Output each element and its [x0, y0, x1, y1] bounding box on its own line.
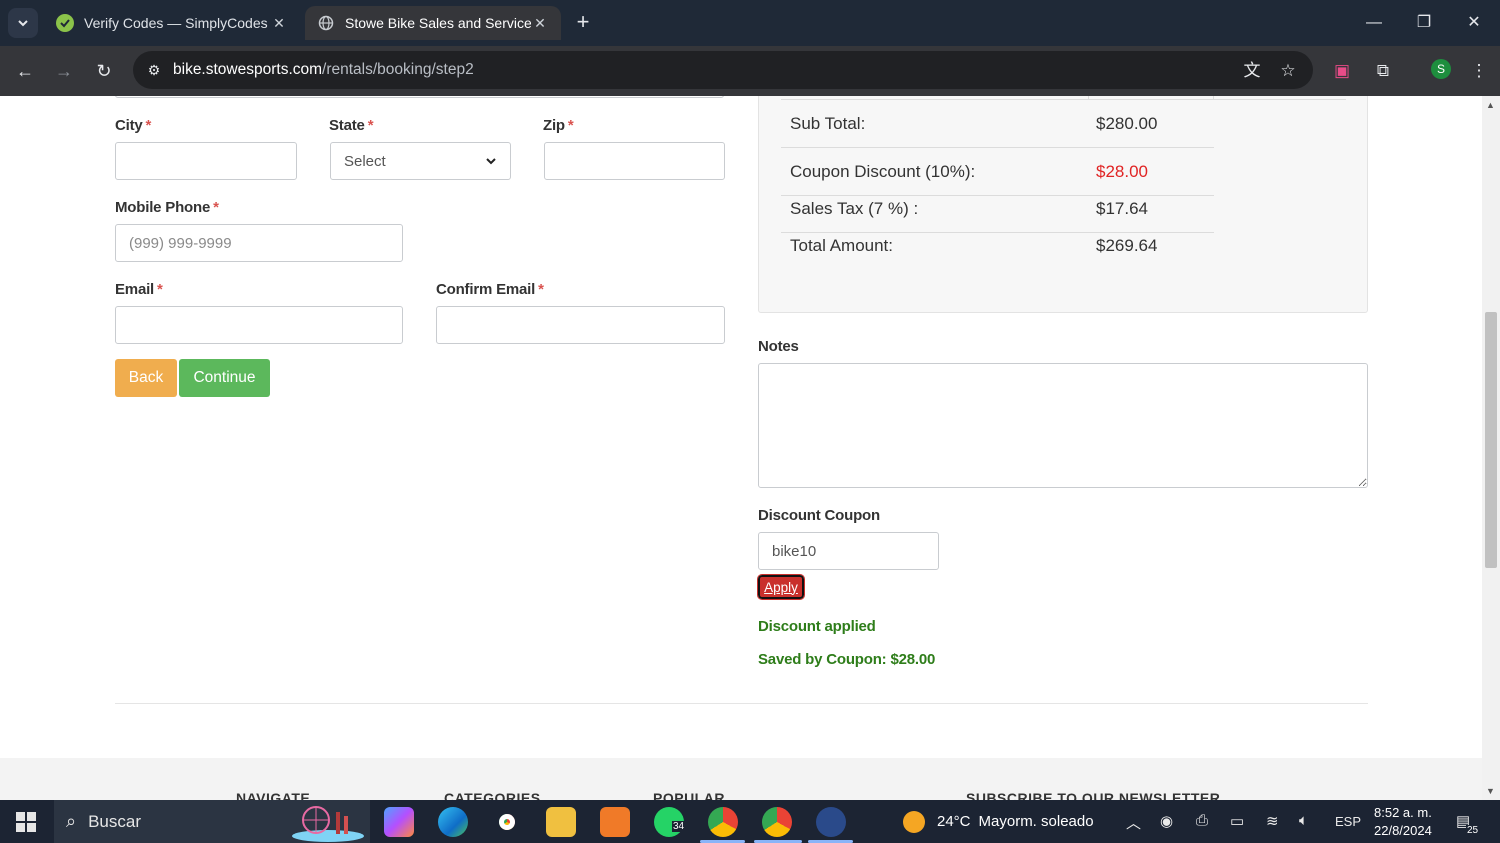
email-label: Email *: [115, 281, 163, 298]
city-label: City *: [115, 117, 152, 134]
continue-button[interactable]: Continue: [179, 359, 270, 397]
language-indicator[interactable]: ESP: [1335, 814, 1361, 829]
notes-label: Notes: [758, 338, 799, 355]
copilot-icon[interactable]: [384, 807, 414, 837]
profile-avatar[interactable]: S: [1431, 59, 1451, 79]
battery-icon[interactable]: ▭: [1230, 812, 1244, 830]
state-label: State *: [329, 117, 374, 134]
restore-icon[interactable]: ❐: [1413, 12, 1435, 34]
chevron-down-icon: [486, 158, 496, 165]
taskbar-search[interactable]: ⌕ Buscar: [54, 800, 370, 843]
back-arrow-icon[interactable]: ←: [12, 58, 38, 84]
record-icon[interactable]: ◉: [1160, 812, 1173, 830]
translate-icon[interactable]: 文: [1239, 58, 1265, 84]
search-highlight-illustration-icon: [292, 806, 364, 842]
page-viewport: City * State * Select Zip * Mobile Phone * (…: [0, 96, 1482, 800]
page-scrollbar[interactable]: ▲ ▼: [1482, 96, 1500, 800]
discount-coupon-label: Discount Coupon: [758, 507, 880, 524]
search-icon: ⌕: [66, 811, 77, 831]
zip-label: Zip *: [543, 117, 574, 134]
tray-chevron-up-icon[interactable]: ︿: [1126, 812, 1141, 833]
city-input[interactable]: [115, 142, 297, 180]
email-input[interactable]: [115, 306, 403, 344]
windows-start-icon[interactable]: [16, 812, 36, 832]
footer-heading-popular: POPULAR: [653, 790, 725, 800]
footer-heading-categories: CATEGORIES: [444, 790, 541, 800]
footer-heading-newsletter: SUBSCRIBE TO OUR NEWSLETTER: [966, 790, 1221, 800]
extension-gift-icon[interactable]: ▣: [1329, 58, 1355, 84]
address-field[interactable]: [115, 96, 724, 98]
state-select[interactable]: Select: [330, 142, 511, 180]
system-clock[interactable]: 8:52 a. m. 22/8/2024: [1374, 804, 1432, 840]
browser-toolbar: ← → ↻ ⚙ bike.stowesports.com/rentals/boo…: [0, 46, 1500, 96]
site-settings-icon[interactable]: ⚙: [139, 62, 169, 79]
store-app-icon[interactable]: [600, 807, 630, 837]
whatsapp-badge: 34: [672, 821, 686, 832]
scrollbar-thumb[interactable]: [1485, 312, 1497, 568]
cursor-app-icon[interactable]: [816, 807, 846, 837]
coupon-savings: Saved by Coupon: $28.00: [758, 651, 936, 668]
confirm-email-label: Confirm Email *: [436, 281, 544, 298]
zip-input[interactable]: [544, 142, 725, 180]
divider: [115, 703, 1368, 704]
chevron-down-icon: [18, 20, 28, 27]
new-tab-button[interactable]: +: [570, 10, 596, 36]
more-menu-icon[interactable]: ⋮: [1466, 58, 1492, 84]
address-bar[interactable]: ⚙ bike.stowesports.com/rentals/booking/s…: [133, 51, 1313, 89]
site-footer: NAVIGATE CATEGORIES POPULAR SUBSCRIBE TO…: [0, 758, 1482, 800]
coupon-discount-row: Coupon Discount (10%): $28.00: [781, 148, 1214, 196]
url-text[interactable]: bike.stowesports.com/rentals/booking/ste…: [173, 61, 474, 79]
close-tab-icon[interactable]: ✕: [531, 15, 549, 32]
reload-icon[interactable]: ↻: [91, 58, 117, 84]
tab-title: Stowe Bike Sales and Service / Stowe Spo…: [345, 15, 531, 31]
notes-textarea[interactable]: [758, 363, 1368, 488]
weather-widget[interactable]: 24°C Mayorm. soleado: [903, 800, 1094, 843]
tab-stowe-bike[interactable]: Stowe Bike Sales and Service / Stowe Spo…: [305, 6, 561, 40]
tab-search-dropdown-button[interactable]: [8, 8, 38, 38]
extensions-puzzle-icon[interactable]: ⧉: [1370, 58, 1396, 84]
mobile-phone-label: Mobile Phone *: [115, 199, 219, 216]
scroll-down-icon[interactable]: ▼: [1486, 786, 1495, 796]
apply-coupon-button[interactable]: Apply: [757, 574, 805, 600]
chrome-profile-s-icon[interactable]: [762, 807, 792, 837]
file-explorer-icon[interactable]: [546, 807, 576, 837]
discount-status: Discount applied: [758, 618, 876, 635]
simplycodes-favicon-icon: [56, 14, 74, 32]
forward-arrow-icon[interactable]: →: [51, 58, 77, 84]
windows-taskbar: ⌕ Buscar 34 24°C Mayorm. soleado ︿ ◉ ⎙ ▭…: [0, 800, 1500, 843]
globe-icon: [317, 14, 335, 32]
scroll-up-icon[interactable]: ▲: [1486, 100, 1495, 110]
close-window-icon[interactable]: ✕: [1463, 12, 1485, 34]
notification-count: 25: [1466, 825, 1480, 836]
mobile-phone-input[interactable]: (999) 999-9999: [115, 224, 403, 262]
subtotal-row: Sub Total: $280.00: [781, 100, 1214, 148]
sales-tax-row: Sales Tax (7 %) : $17.64: [781, 196, 1214, 233]
chrome-profile-p-icon[interactable]: [708, 807, 738, 837]
wifi-icon[interactable]: ≋: [1266, 812, 1279, 830]
total-amount-row: Total Amount: $269.64: [790, 236, 1158, 255]
confirm-email-input[interactable]: [436, 306, 725, 344]
close-tab-icon[interactable]: ✕: [270, 15, 288, 32]
volume-icon[interactable]: 🔈︎: [1299, 812, 1308, 829]
minimize-icon[interactable]: —: [1363, 12, 1385, 34]
tab-title: Verify Codes — SimplyCodes: [84, 15, 268, 31]
order-summary: Sub Total: $280.00 Coupon Discount (10%)…: [758, 96, 1368, 313]
bookmark-star-icon[interactable]: ☆: [1275, 58, 1301, 84]
browser-tab-bar: Verify Codes — SimplyCodes ✕ Stowe Bike …: [0, 0, 1500, 46]
coupon-input[interactable]: bike10: [758, 532, 939, 570]
chrome-icon[interactable]: [492, 807, 522, 837]
edge-browser-icon[interactable]: [438, 807, 468, 837]
sun-cloud-icon: [903, 810, 925, 833]
back-button[interactable]: Back: [115, 359, 177, 397]
footer-heading-navigate: NAVIGATE: [236, 790, 311, 800]
tab-simplycodes[interactable]: Verify Codes — SimplyCodes ✕: [44, 6, 300, 40]
meet-now-icon[interactable]: ⎙: [1196, 812, 1208, 829]
